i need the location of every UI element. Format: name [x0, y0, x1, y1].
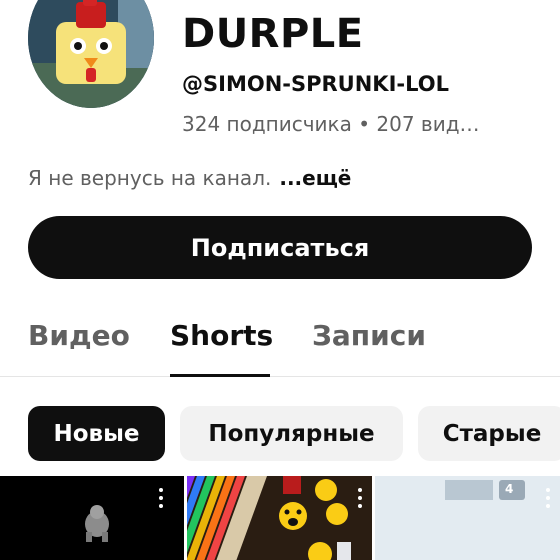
- subscribe-button[interactable]: Подписаться: [28, 216, 532, 279]
- tab-shorts[interactable]: Shorts: [170, 318, 273, 354]
- more-options-icon[interactable]: [158, 488, 164, 512]
- channel-name: DURPLE: [182, 11, 364, 57]
- active-tab-indicator: [170, 374, 270, 377]
- shorts-thumbnail-1[interactable]: [0, 476, 184, 560]
- filter-chip-popular[interactable]: Популярные: [180, 406, 403, 461]
- gorilla-icon: [85, 505, 109, 542]
- chicken-avatar-icon: [28, 0, 154, 108]
- filter-chip-newest[interactable]: Новые: [28, 406, 165, 461]
- description-text: Я не вернусь на канал.: [28, 166, 272, 190]
- thumbnail-overlay-number: 4: [505, 482, 514, 496]
- channel-tabs: Видео Shorts Записи: [0, 300, 560, 377]
- channel-description[interactable]: Я не вернусь на канал. ...ещё: [28, 164, 351, 192]
- filter-chip-oldest[interactable]: Старые: [418, 406, 560, 461]
- shorts-thumbnail-2[interactable]: [187, 476, 372, 560]
- game-scene-icon: [375, 476, 560, 560]
- tab-videos[interactable]: Видео: [28, 318, 130, 354]
- shorts-thumbnail-3[interactable]: 4: [375, 476, 560, 560]
- more-link[interactable]: ...ещё: [279, 166, 351, 190]
- channel-avatar[interactable]: [28, 0, 154, 108]
- emoji-faces-icon: [187, 476, 351, 560]
- channel-handle: @SIMON-SPRUNKI-LOL: [182, 72, 449, 96]
- tab-posts[interactable]: Записи: [312, 318, 426, 354]
- more-options-icon[interactable]: [545, 488, 551, 512]
- channel-stats: 324 подписчика • 207 вид…: [182, 112, 480, 136]
- more-options-icon[interactable]: [357, 488, 363, 512]
